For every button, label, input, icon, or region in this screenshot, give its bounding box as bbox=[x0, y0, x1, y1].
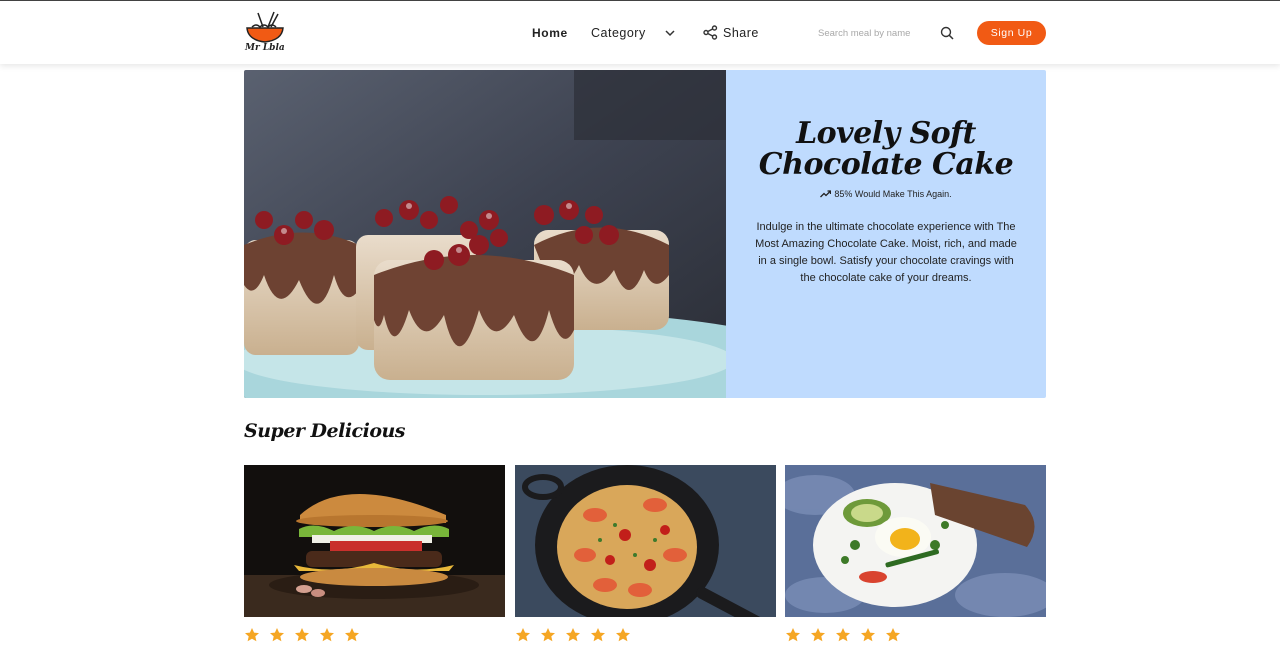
meal-card[interactable] bbox=[515, 465, 776, 643]
star-icon bbox=[541, 628, 555, 642]
chevron-down-icon[interactable] bbox=[664, 27, 676, 39]
hero-title-line-1: Lovely Soft bbox=[796, 116, 976, 151]
star-icon bbox=[786, 628, 800, 642]
star-icon bbox=[345, 628, 359, 642]
egg-avocado-plate-image[interactable] bbox=[785, 465, 1046, 617]
section-title: Super Delicious bbox=[244, 420, 406, 442]
hero-banner: Lovely Soft Chocolate Cake 85% Would Mak… bbox=[244, 70, 1046, 398]
star-icon bbox=[270, 628, 284, 642]
trending-up-icon bbox=[820, 190, 832, 198]
star-icon bbox=[811, 628, 825, 642]
star-icon bbox=[861, 628, 875, 642]
hero-info-panel: Lovely Soft Chocolate Cake 85% Would Mak… bbox=[726, 70, 1046, 398]
star-icon bbox=[836, 628, 850, 642]
nav-share-link[interactable]: Share bbox=[723, 1, 759, 64]
star-icon bbox=[886, 628, 900, 642]
site-header: Mr Lbla Home Category Share Sign Up bbox=[0, 1, 1280, 64]
nav-home-link[interactable]: Home bbox=[532, 1, 568, 64]
star-icon bbox=[566, 628, 580, 642]
rating-stars bbox=[244, 627, 505, 643]
search-input[interactable] bbox=[812, 23, 924, 43]
star-icon bbox=[245, 628, 259, 642]
meal-card[interactable] bbox=[785, 465, 1046, 643]
star-icon bbox=[295, 628, 309, 642]
burger-image[interactable] bbox=[244, 465, 505, 617]
brand-name: Mr Lbla bbox=[245, 43, 285, 53]
rating-stars bbox=[785, 627, 1046, 643]
star-icon bbox=[516, 628, 530, 642]
hero-description: Indulge in the ultimate chocolate experi… bbox=[755, 221, 1017, 284]
meal-card[interactable] bbox=[244, 465, 505, 643]
hero-title-line-2: Chocolate Cake bbox=[758, 147, 1014, 182]
chocolate-cake-image[interactable] bbox=[244, 70, 726, 398]
share-icon[interactable] bbox=[703, 25, 718, 40]
shrimp-spaghetti-image[interactable] bbox=[515, 465, 776, 617]
rating-stars bbox=[515, 627, 776, 643]
star-icon bbox=[320, 628, 334, 642]
star-icon bbox=[616, 628, 630, 642]
hero-stat-text: 85% Would Make This Again. bbox=[834, 189, 952, 199]
star-icon bbox=[591, 628, 605, 642]
nav-category-link[interactable]: Category bbox=[591, 1, 646, 64]
hero-title: Lovely Soft Chocolate Cake bbox=[726, 118, 1046, 180]
sign-up-button[interactable]: Sign Up bbox=[977, 21, 1046, 45]
hero-stat: 85% Would Make This Again. bbox=[726, 189, 1046, 199]
search-icon[interactable] bbox=[940, 26, 954, 40]
